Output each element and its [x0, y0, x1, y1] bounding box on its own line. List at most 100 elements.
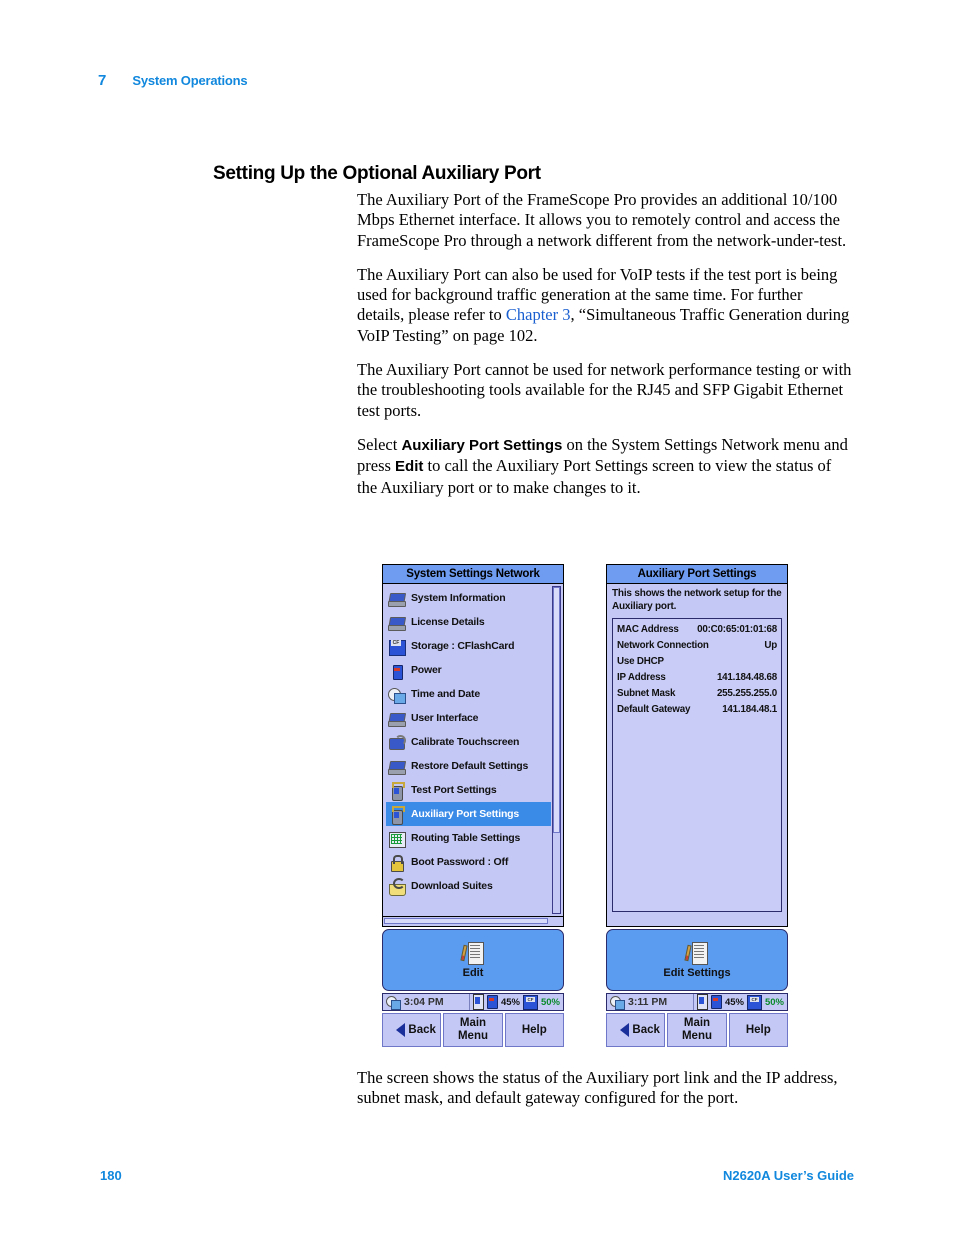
touchscreen-icon: [388, 734, 406, 751]
clock-icon: [388, 686, 406, 704]
edit-emphasis: Edit: [395, 458, 424, 476]
port-icon: [388, 805, 405, 825]
menu-item-boot-password-off[interactable]: Boot Password : Off: [386, 850, 551, 874]
edit-settings-button-label: Edit Settings: [663, 966, 731, 979]
back-arrow-icon: [611, 1023, 630, 1037]
device-left-status-bar: 3:04 PM 45% 50%: [382, 993, 564, 1011]
paragraph-4: Select Auxiliary Port Settings on the Sy…: [357, 435, 853, 498]
menu-item-label: Boot Password : Off: [411, 856, 509, 868]
table-row: MAC Address 00:C0:65:01:01:68: [617, 622, 777, 638]
row-label: Network Connection: [617, 640, 709, 651]
row-label: Subnet Mask: [617, 688, 676, 699]
paragraph-3: The Auxiliary Port cannot be used for ne…: [357, 360, 852, 420]
battery-icon: [388, 662, 405, 680]
device-screenshot-auxiliary-port-settings: Auxiliary Port Settings This shows the n…: [606, 564, 788, 1047]
closing-content: The screen shows the status of the Auxil…: [357, 1068, 857, 1123]
scrollbar-thumb-horizontal[interactable]: [384, 918, 548, 924]
edit-button[interactable]: Edit: [382, 929, 564, 991]
menu-item-power[interactable]: Power: [386, 658, 551, 682]
battery-icon: [710, 995, 722, 1009]
main-menu-button[interactable]: Main Menu: [443, 1013, 503, 1047]
row-value: 00:C0:65:01:01:68: [697, 624, 777, 635]
basket-icon: [388, 877, 406, 896]
menu-item-label: User Interface: [411, 712, 479, 724]
help-button[interactable]: Help: [728, 1013, 788, 1047]
row-value: 141.184.48.1: [722, 704, 777, 715]
horizontal-scrollbar[interactable]: [382, 917, 564, 927]
menu-item-label: Download Suites: [411, 880, 493, 892]
aux-port-settings-emphasis: Auxiliary Port Settings: [401, 436, 563, 454]
help-button[interactable]: Help: [504, 1013, 564, 1047]
footer-page-number: 180: [100, 1168, 122, 1183]
menu-item-auxiliary-port-settings[interactable]: Auxiliary Port Settings: [386, 802, 551, 826]
main-menu-button-label: Main Menu: [457, 1017, 488, 1042]
page-header: 7 System Operations: [98, 72, 248, 89]
menu-item-label: Restore Default Settings: [411, 760, 529, 772]
clock-icon: [610, 995, 625, 1010]
table-row: Subnet Mask 255.255.255.0: [617, 686, 777, 702]
edit-settings-button[interactable]: Edit Settings: [606, 929, 788, 991]
main-menu-button-label: Main Menu: [681, 1017, 712, 1042]
footer-guide-title: N2620A User’s Guide: [722, 1168, 854, 1183]
device-right-content: This shows the network setup for the Aux…: [606, 584, 788, 927]
chapter-number: 7: [98, 72, 107, 89]
menu-item-user-interface[interactable]: User Interface: [386, 706, 551, 730]
device-left-menu-list: System Information License Details Storage…: [382, 584, 564, 917]
device-right-softkeys: Back Main Menu Help: [606, 1013, 788, 1047]
back-button-label: Back: [632, 1023, 660, 1036]
vertical-scrollbar[interactable]: [552, 586, 561, 914]
cf-card-icon: [746, 994, 762, 1010]
paragraph-4-part-d: to call the Auxiliary Port Settings scre…: [357, 456, 832, 497]
page-title: Setting Up the Optional Auxiliary Port: [213, 162, 541, 184]
menu-item-label: Time and Date: [411, 688, 480, 700]
menu-item-label: Storage : CFlashCard: [411, 640, 515, 652]
menu-item-storage-cflashcard[interactable]: Storage : CFlashCard: [386, 634, 551, 658]
paragraph-2: The Auxiliary Port can also be used for …: [357, 265, 853, 346]
row-label: Use DHCP: [617, 656, 664, 667]
aux-port-description: This shows the network setup for the Aux…: [612, 588, 782, 612]
storage-percent: 50%: [764, 996, 784, 1008]
menu-item-test-port-settings[interactable]: Test Port Settings: [386, 778, 551, 802]
cf-card-icon: [522, 994, 538, 1010]
back-button[interactable]: Back: [606, 1013, 666, 1047]
main-menu-button[interactable]: Main Menu: [667, 1013, 727, 1047]
scrollbar-thumb[interactable]: [553, 587, 560, 833]
chapter-3-link[interactable]: Chapter 3: [506, 305, 571, 324]
table-row: Network Connection Up: [617, 638, 777, 654]
device-screenshot-system-settings-network: System Settings Network System Informati…: [382, 564, 564, 1047]
menu-item-system-information[interactable]: System Information: [386, 586, 551, 610]
chapter-title: System Operations: [132, 73, 248, 88]
back-arrow-icon: [387, 1023, 406, 1037]
table-row: IP Address 141.184.48.68: [617, 670, 777, 686]
status-divider: [468, 994, 470, 1010]
clock-icon: [386, 995, 401, 1010]
row-value: 255.255.255.0: [716, 688, 777, 699]
notepad-icon: [388, 758, 406, 775]
edit-pencil-icon: [460, 941, 484, 965]
menu-item-routing-table-settings[interactable]: Routing Table Settings: [386, 826, 551, 850]
help-button-label: Help: [521, 1023, 547, 1036]
menu-item-time-and-date[interactable]: Time and Date: [386, 682, 551, 706]
menu-item-download-suites[interactable]: Download Suites: [386, 874, 551, 898]
menu-item-restore-default-settings[interactable]: Restore Default Settings: [386, 754, 551, 778]
notepad-icon: [388, 614, 406, 631]
grid-icon: [388, 830, 406, 848]
edit-button-label: Edit: [462, 966, 484, 979]
row-label: Default Gateway: [617, 704, 691, 715]
menu-item-label: Routing Table Settings: [411, 832, 521, 844]
menu-item-calibrate-touchscreen[interactable]: Calibrate Touchscreen: [386, 730, 551, 754]
battery-percent: 45%: [724, 996, 744, 1008]
device-left-softkeys: Back Main Menu Help: [382, 1013, 564, 1047]
cf-floppy-icon: [388, 638, 406, 656]
status-time: 3:04 PM: [404, 996, 444, 1008]
device-icon: [472, 994, 484, 1010]
menu-item-license-details[interactable]: License Details: [386, 610, 551, 634]
back-button[interactable]: Back: [382, 1013, 442, 1047]
row-label: MAC Address: [617, 624, 679, 635]
row-value: Up: [764, 640, 777, 651]
row-label: IP Address: [617, 672, 666, 683]
paragraph-5: The screen shows the status of the Auxil…: [357, 1068, 838, 1108]
status-time: 3:11 PM: [628, 996, 668, 1008]
device-right-titlebar: Auxiliary Port Settings: [606, 564, 788, 584]
table-row: Use DHCP: [617, 654, 777, 670]
